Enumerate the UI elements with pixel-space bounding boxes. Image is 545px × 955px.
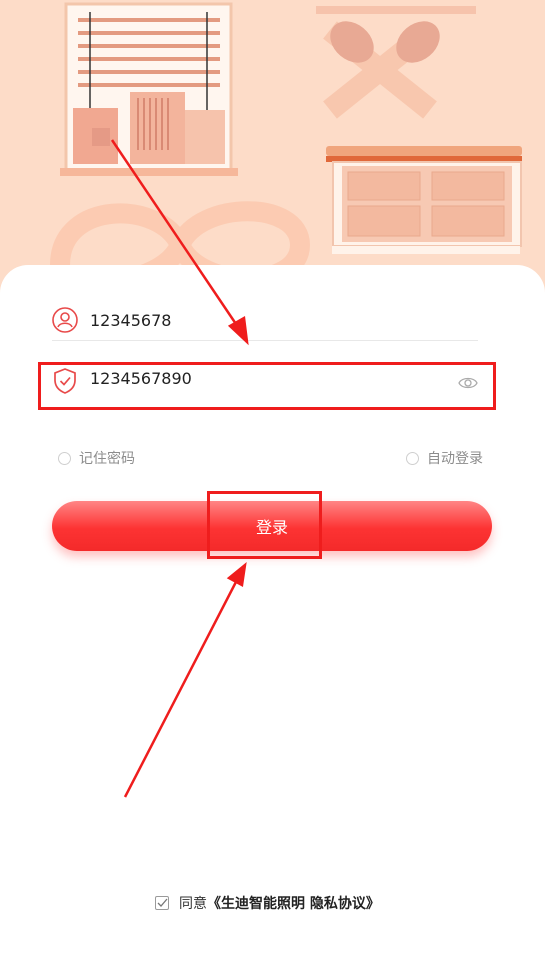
annotation-arrows [110,139,249,798]
